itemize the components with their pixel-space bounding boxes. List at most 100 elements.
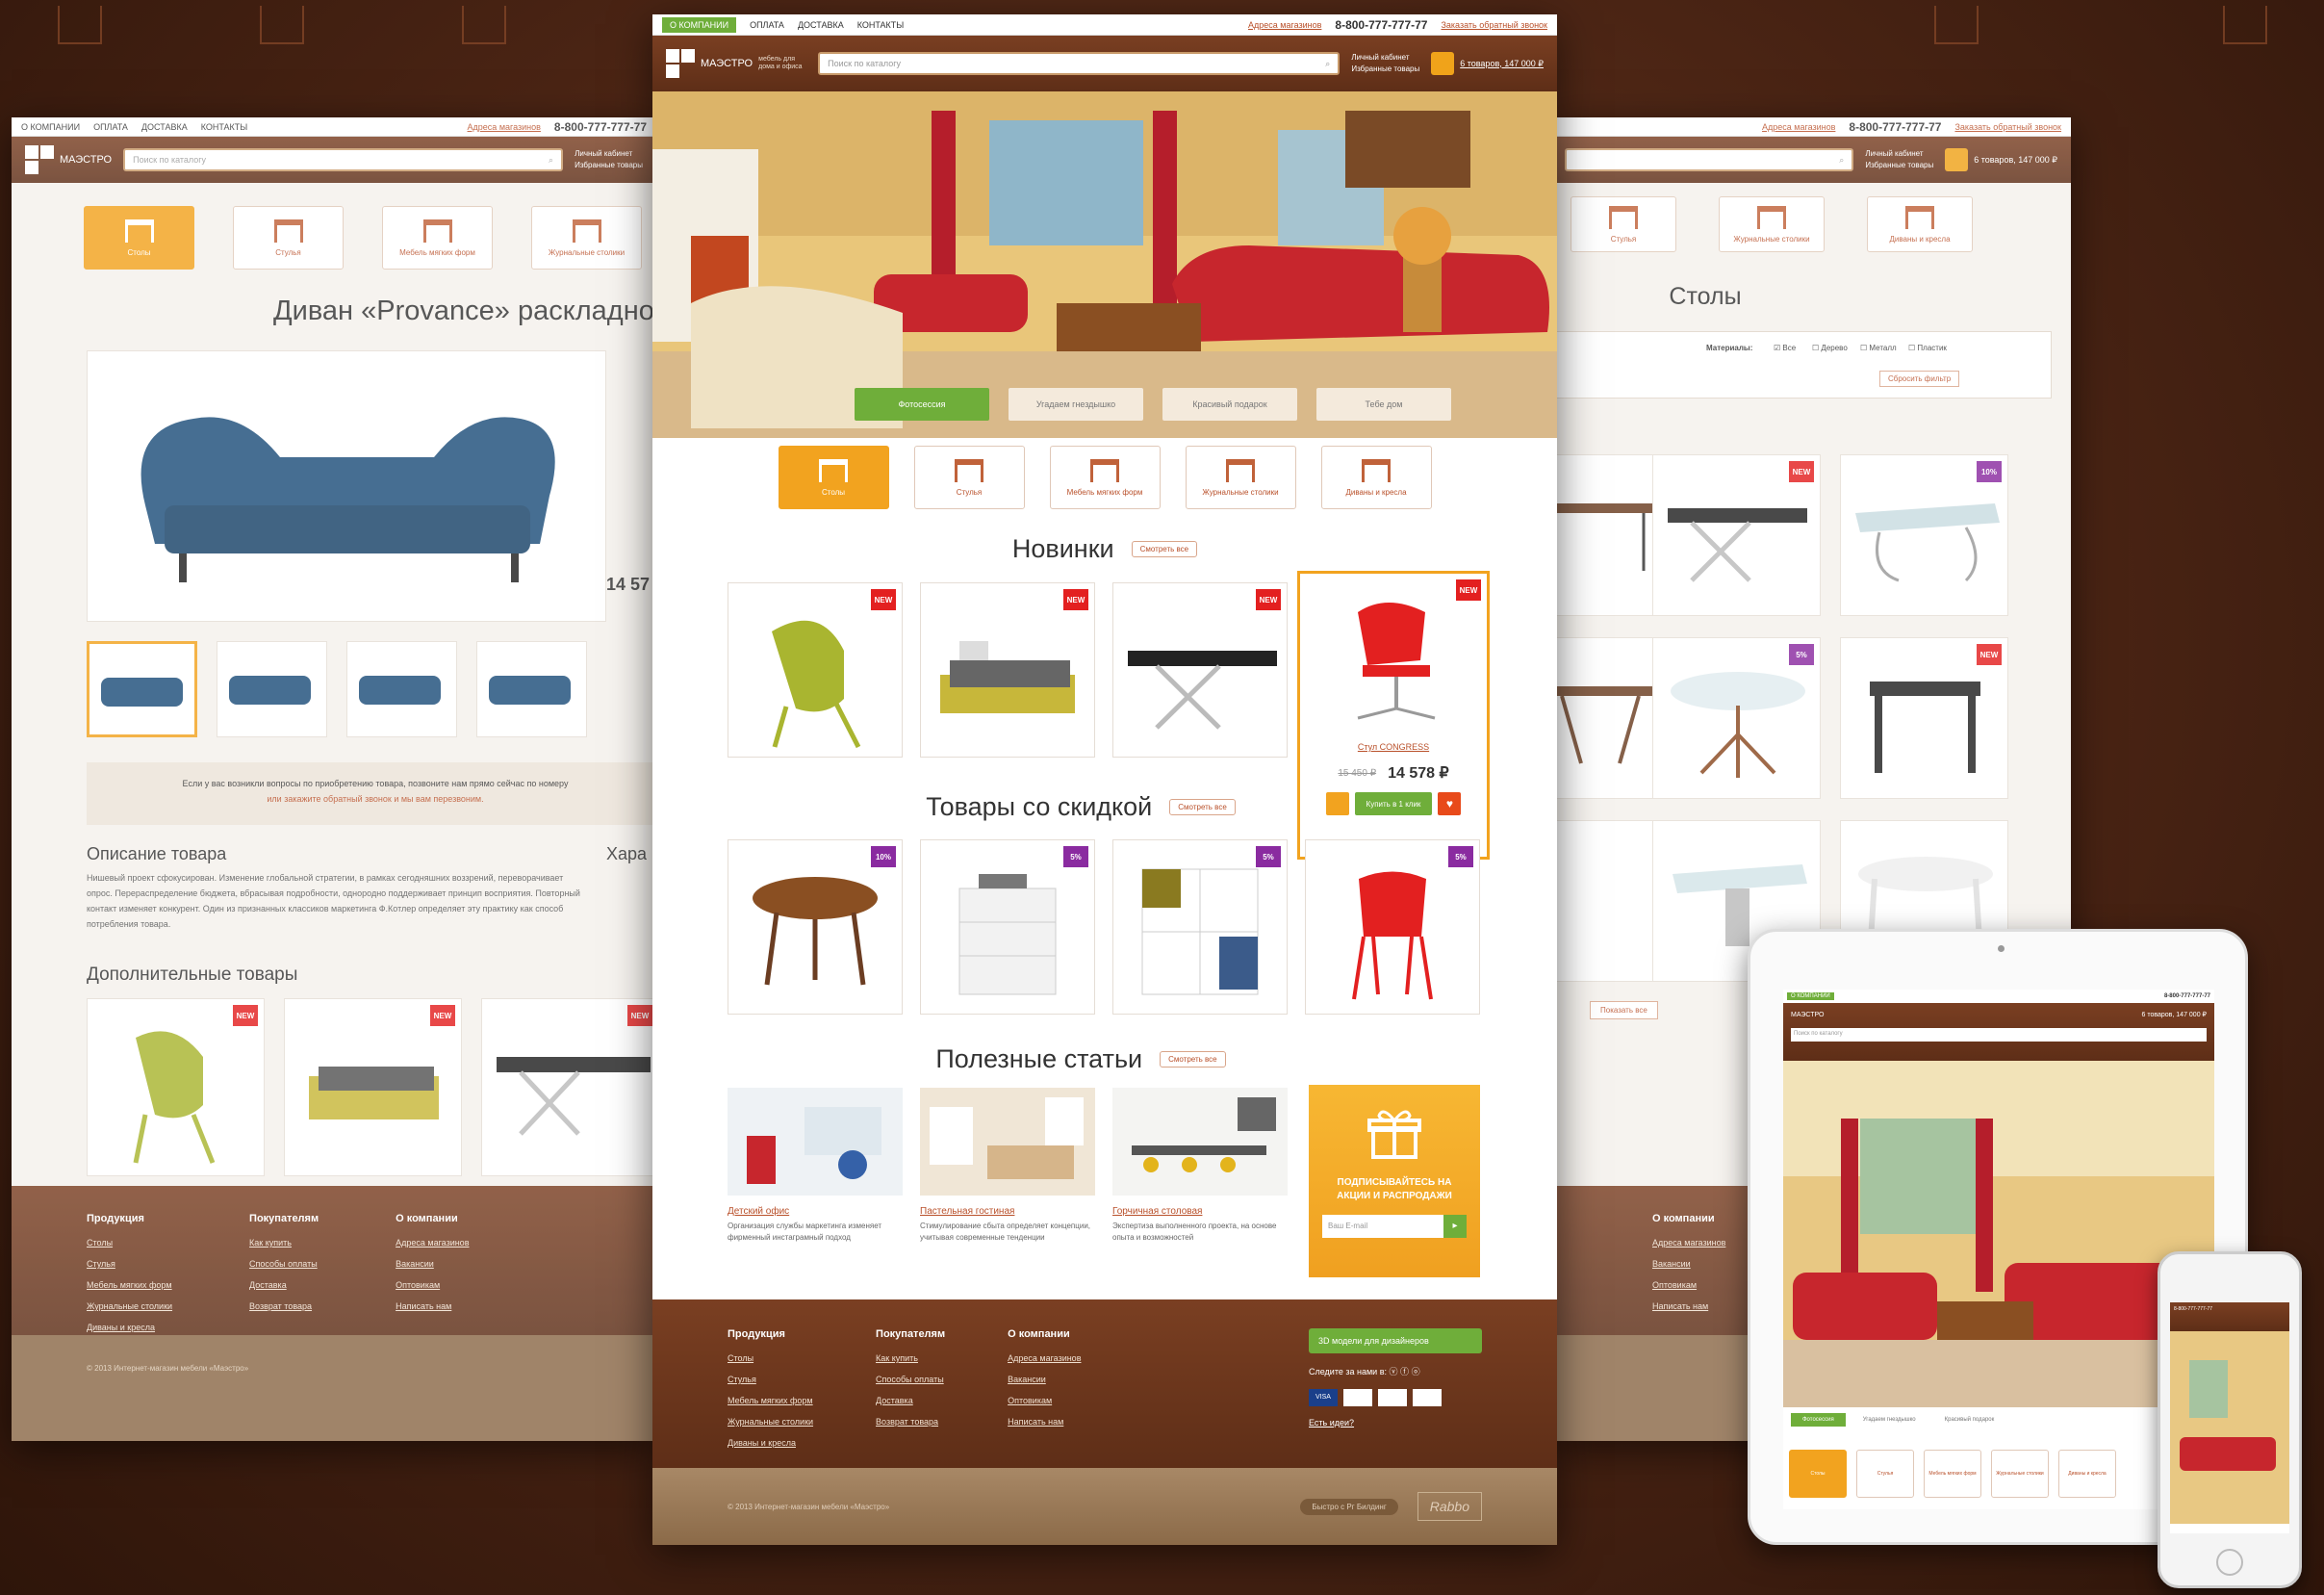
product-card[interactable]: 5% [920, 839, 1095, 1015]
cart-button[interactable]: 6 товаров, 147 000 ₽ [1431, 52, 1544, 75]
category-chairs[interactable]: Стулья [913, 446, 1025, 509]
quick-link[interactable]: Быстро с Рг Билдинг [1300, 1498, 1398, 1515]
catalog-item[interactable]: NEW [1652, 454, 1821, 616]
extra-product-2[interactable]: NEW [284, 998, 462, 1176]
article-title[interactable]: Детский офис [728, 1206, 903, 1217]
product-card[interactable]: 5% [1112, 839, 1288, 1015]
favorites-link[interactable]: Избранные товары [1865, 160, 1933, 171]
show-all-button[interactable]: Показать все [1590, 1001, 1658, 1019]
product-card[interactable]: NEW [920, 582, 1095, 758]
odnoklassniki-icon[interactable]: ⓞ [1412, 1367, 1420, 1376]
catalog-item[interactable]: 5% [1652, 637, 1821, 799]
nav-about[interactable]: О КОМПАНИИ [21, 122, 80, 132]
store-address-link[interactable]: Адреса магазинов [1762, 122, 1835, 132]
category-sofas[interactable]: Диваны и кресла [1867, 196, 1973, 252]
nav-contacts[interactable]: КОНТАКТЫ [857, 20, 905, 30]
product-card[interactable]: NEW [728, 582, 903, 758]
nav-delivery[interactable]: ДОСТАВКА [798, 20, 844, 30]
thumbnail-2[interactable] [217, 641, 327, 737]
category-tables[interactable]: Столы [778, 446, 889, 509]
footer-link[interactable]: Оптовикам [1008, 1390, 1081, 1411]
product-card[interactable]: NEW [1112, 582, 1288, 758]
nav-payment[interactable]: ОПЛАТА [750, 20, 784, 30]
category-soft-furniture[interactable]: Мебель мягких форм [1924, 1450, 1981, 1498]
material-all-checkbox[interactable]: ☑ Все [1774, 344, 1796, 352]
category-chairs[interactable]: Стулья [1856, 1450, 1914, 1498]
hero-button-4[interactable]: Тебе дом [1316, 388, 1451, 421]
footer-link[interactable]: Как купить [876, 1348, 945, 1369]
thumbnail-1[interactable] [87, 641, 197, 737]
category-sofas[interactable]: Диваны и кресла [1320, 446, 1432, 509]
search-input[interactable]: Поиск по каталогу ⌕ [818, 52, 1341, 75]
footer-link[interactable]: Возврат товара [876, 1411, 945, 1432]
footer-link[interactable]: Возврат товара [249, 1296, 319, 1317]
reset-filter-button[interactable]: Сбросить фильтр [1879, 371, 1960, 387]
footer-link[interactable]: Столы [728, 1348, 813, 1369]
email-input[interactable]: Ваш E-mail [1322, 1215, 1443, 1238]
material-wood-checkbox[interactable]: ☐ Дерево [1812, 344, 1848, 352]
search-icon[interactable]: ⌕ [1839, 155, 1844, 166]
category-coffee-tables[interactable]: Журнальные столики [1719, 196, 1825, 252]
callback-link[interactable]: Заказать обратный звонок [1441, 20, 1547, 30]
nav-contacts[interactable]: КОНТАКТЫ [201, 122, 248, 132]
facebook-icon[interactable]: ⓕ [1400, 1367, 1409, 1376]
favorites-link[interactable]: Избранные товары [1351, 64, 1419, 75]
nav-about[interactable]: О КОМПАНИИ [1787, 992, 1834, 1000]
footer-link[interactable]: Адреса магазинов [396, 1232, 469, 1253]
designers-button[interactable]: 3D модели для дизайнеров [1309, 1328, 1482, 1353]
article-card[interactable]: Пастельная гостиная Стимулирование сбыта… [920, 1088, 1095, 1244]
hero-button-2[interactable]: Угадаем гнездышко [1009, 388, 1143, 421]
category-soft-furniture[interactable]: Мебель мягких форм [1049, 446, 1161, 509]
hero-button-3[interactable]: Красивый подарок [1932, 1413, 2006, 1427]
product-card[interactable]: 10% [728, 839, 903, 1015]
category-sofas[interactable]: Диваны и кресла [2058, 1450, 2116, 1498]
footer-link[interactable]: Доставка [876, 1390, 945, 1411]
cart-button[interactable]: 6 товаров, 147 000 ₽ [2142, 1011, 2208, 1018]
footer-link[interactable]: Адреса магазинов [1008, 1348, 1081, 1369]
footer-link[interactable]: Способы оплаты [249, 1253, 319, 1274]
article-title[interactable]: Пастельная гостиная [920, 1206, 1095, 1217]
search-input[interactable]: Поиск по каталогу [1791, 1028, 2207, 1042]
extra-product-3[interactable]: NEW [481, 998, 656, 1176]
category-coffee-tables[interactable]: Журнальные столики [531, 206, 642, 270]
footer-link[interactable]: Написать нам [1008, 1411, 1081, 1432]
see-all-articles[interactable]: Смотреть все [1160, 1051, 1226, 1068]
hero-button-1[interactable]: Фотосессия [855, 388, 989, 421]
callback-link[interactable]: Заказать обратный звонок [1954, 122, 2061, 132]
footer-link[interactable]: Доставка [249, 1274, 319, 1296]
store-address-link[interactable]: Адреса магазинов [1248, 20, 1321, 30]
article-card[interactable]: Детский офис Организация службы маркетин… [728, 1088, 903, 1244]
submit-arrow-icon[interactable]: ▸ [1443, 1215, 1467, 1238]
vk-icon[interactable]: ⓥ [1390, 1367, 1398, 1376]
nav-payment[interactable]: ОПЛАТА [93, 122, 128, 132]
category-chairs[interactable]: Стулья [1571, 196, 1676, 252]
footer-link[interactable]: Вакансии [1008, 1369, 1081, 1390]
nav-about[interactable]: О КОМПАНИИ [662, 16, 737, 33]
catalog-item[interactable]: 10% [1840, 454, 2008, 616]
footer-link[interactable]: Стулья [728, 1369, 813, 1390]
store-address-link[interactable]: Адреса магазинов [468, 122, 541, 132]
footer-link[interactable]: Как купить [249, 1232, 319, 1253]
see-all-new[interactable]: Смотреть все [1131, 541, 1198, 557]
hero-button-2[interactable]: Угадаем гнездышко [1851, 1413, 1928, 1427]
material-metal-checkbox[interactable]: ☐ Металл [1860, 344, 1897, 352]
category-soft-furniture[interactable]: Мебель мягких форм [382, 206, 493, 270]
extra-product-1[interactable]: NEW [87, 998, 265, 1176]
search-input[interactable]: Поиск по каталогу ⌕ [123, 148, 564, 171]
category-tables[interactable]: Столы [84, 206, 194, 270]
nav-delivery[interactable]: ДОСТАВКА [141, 122, 188, 132]
featured-product-name[interactable]: Стул CONGRESS [1300, 742, 1487, 752]
footer-link[interactable]: Вакансии [396, 1253, 469, 1274]
thumbnail-4[interactable] [476, 641, 587, 737]
hero-button-3[interactable]: Красивый подарок [1162, 388, 1297, 421]
footer-link[interactable]: Оптовикам [396, 1274, 469, 1296]
category-chairs[interactable]: Стулья [233, 206, 344, 270]
category-tables[interactable]: Столы [1789, 1450, 1847, 1498]
site-logo[interactable]: МАЭСТРО [25, 145, 112, 174]
product-card[interactable]: 5% [1305, 839, 1480, 1015]
article-card[interactable]: Горчичная столовая Экспертиза выполненно… [1112, 1088, 1288, 1244]
search-icon[interactable]: ⌕ [549, 155, 553, 166]
search-input[interactable]: ⌕ [1565, 148, 1854, 171]
footer-link[interactable]: Написать нам [396, 1296, 469, 1317]
see-all-discount[interactable]: Смотреть все [1169, 799, 1236, 815]
